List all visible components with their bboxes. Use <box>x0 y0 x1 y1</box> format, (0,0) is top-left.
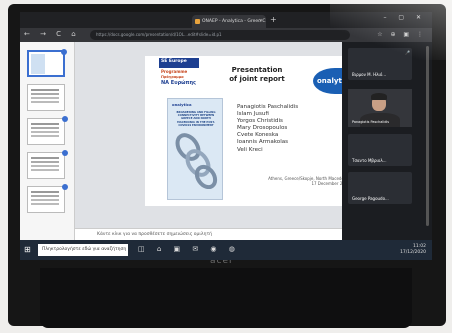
author-name: Cvete Koneska <box>237 132 279 139</box>
slide-thumbnail-2[interactable] <box>27 84 65 111</box>
close-tab-icon[interactable]: ✕ <box>259 15 263 28</box>
laptop-keyboard-deck <box>40 268 412 328</box>
author-name: Veli Kreci <box>237 146 263 153</box>
cover-title: BROADENING AND FILLING CONNECTIVITY BETW… <box>176 111 216 127</box>
date-text: 17 December 2020 <box>311 181 350 186</box>
author-list: Panagiotis Paschalidis Islam Jusufi Yorg… <box>237 104 298 154</box>
interreg-programme-logo: SE Europe Programme Πρόγραμμα ΝΑ Ευρώπης <box>159 58 199 88</box>
address-bar[interactable]: https://docs.google.com/presentation/d/1… <box>90 30 350 40</box>
collaborator-badge-icon <box>62 116 68 122</box>
participant-name: Panagiotis Paschalidis <box>352 120 390 124</box>
report-cover-image: onalytica BROADENING AND FILLING CONNECT… <box>167 98 223 200</box>
taskbar-search-input[interactable]: Πληκτρολογήστε εδώ για αναζήτηση <box>38 244 128 256</box>
participant-name: George Pagoudo... <box>352 196 389 201</box>
slides-favicon-icon <box>195 19 200 24</box>
collaborator-badge-icon <box>61 49 67 55</box>
current-slide[interactable]: SE Europe Programme Πρόγραμμα ΝΑ Ευρώπης… <box>145 56 357 206</box>
participant-tile[interactable]: George Pagoudo... <box>348 172 412 204</box>
panel-scrollbar[interactable] <box>426 46 429 226</box>
place-date: Athens, Greece/Skopje, North Macedonia 1… <box>240 176 350 186</box>
slide-thumbnail-3[interactable] <box>27 116 68 145</box>
thumb-cover-image <box>31 54 45 74</box>
video-call-panel: Βιρμον Μ. Ηλιό... 🎤 Panagiotis Paschalid… <box>342 42 432 240</box>
collaborator-badge-icon <box>62 184 68 190</box>
participant-name: Βιρμον Μ. Ηλιό... <box>352 72 387 77</box>
thumb-text-lines <box>31 123 59 125</box>
thumb-text-lines <box>31 157 59 159</box>
windows-start-icon[interactable]: ⊞ <box>24 245 31 254</box>
person-hair <box>371 93 387 100</box>
author-name: Islam Jusufi <box>237 111 269 118</box>
cover-logo: onalytica <box>172 102 192 107</box>
author-name: Yorgos Christidis <box>237 118 283 125</box>
participant-name: Τσαντο Μβριολ... <box>352 158 387 163</box>
programme-greek-text: Πρόγραμμα <box>161 75 184 79</box>
slide-title: Presentation of joint report <box>229 66 285 83</box>
clock-date: 17/12/2020 <box>400 250 426 255</box>
system-tray-clock[interactable]: 11:02 17/12/2020 <box>400 244 426 256</box>
new-tab-icon[interactable]: + <box>270 15 277 25</box>
collaborator-badge-icon <box>62 150 68 156</box>
chain-links-icon <box>175 133 218 189</box>
windows-taskbar: ⊞ Πληκτρολογήστε εδώ για αναζήτηση ◫ ⌂ ▣… <box>20 240 432 260</box>
navigation-icons[interactable]: ← → C ⌂ <box>24 30 80 38</box>
browser-tab[interactable]: ΟΝΑΕΡ - Analytica - Green C ✕ <box>192 15 266 28</box>
author-name: Mary Drosopoulos <box>237 125 288 132</box>
author-name: Panagiotis Paschalidis <box>237 104 299 110</box>
thumb-text-lines <box>31 191 59 193</box>
pinned-app-icons[interactable]: ◫ ⌂ ▣ ✉ ◉ ◍ <box>138 245 240 253</box>
slide-thumbnails-panel <box>20 42 75 240</box>
tab-title: ΟΝΑΕΡ - Analytica - Green C <box>202 19 266 24</box>
slide-thumbnail-5[interactable] <box>27 184 68 213</box>
eu-banner-text: SE Europe <box>161 59 187 64</box>
slide-thumbnail-1[interactable] <box>27 49 67 77</box>
screen-glare <box>330 0 452 60</box>
slide-thumbnail-4[interactable] <box>27 150 68 179</box>
participant-video[interactable]: Panagiotis Paschalidis <box>348 89 412 127</box>
programme-text: Programme <box>161 69 188 74</box>
speaker-notes-field[interactable]: Κάντε κλικ για να προσθέσετε σημειώσεις … <box>75 228 342 240</box>
author-name: Ioannis Armakolas <box>237 139 289 146</box>
greek-brand-text: ΝΑ Ευρώπης <box>161 80 196 86</box>
thumb-text-lines <box>31 89 59 91</box>
slide-editor-canvas: SE Europe Programme Πρόγραμμα ΝΑ Ευρώπης… <box>75 42 357 228</box>
participant-tile[interactable]: Τσαντο Μβριολ... <box>348 134 412 166</box>
